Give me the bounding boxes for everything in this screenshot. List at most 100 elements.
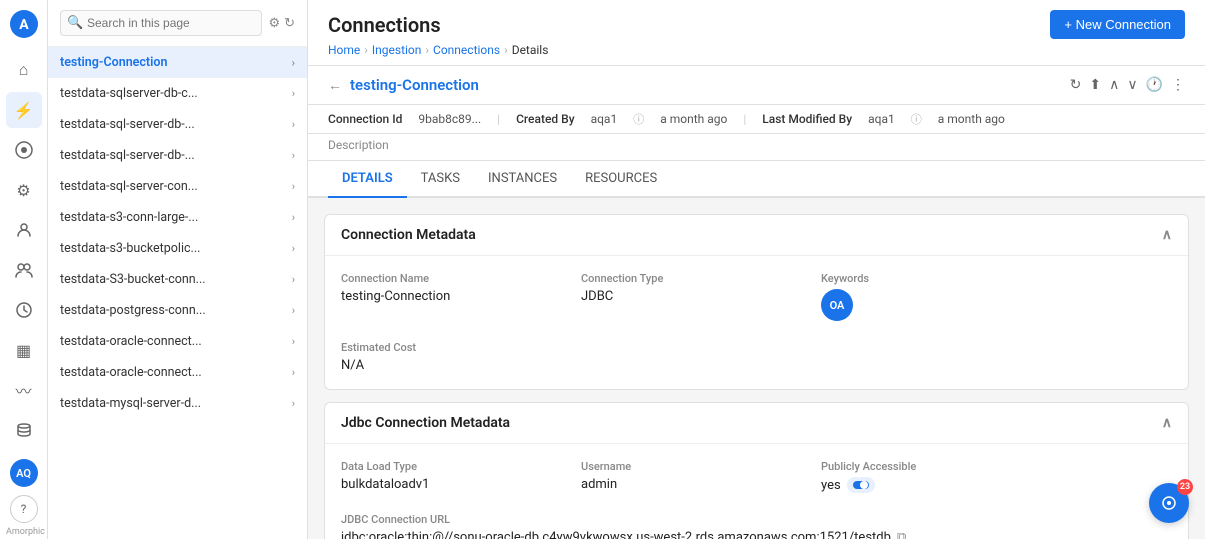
new-connection-button[interactable]: + New Connection <box>1050 10 1185 39</box>
tab-tasks[interactable]: TASKS <box>407 161 474 198</box>
chevron-right-icon: › <box>292 211 295 224</box>
connection-name-label: Connection Name <box>341 272 541 285</box>
chevron-right-icon: › <box>292 397 295 410</box>
breadcrumb-ingestion[interactable]: Ingestion <box>372 43 422 57</box>
user-nav-icon[interactable] <box>6 212 42 248</box>
chevron-right-icon: › <box>292 87 295 100</box>
collapse-jdbc-metadata-icon[interactable]: ∧ <box>1162 415 1172 431</box>
expand-up-icon[interactable]: ∧ <box>1109 77 1119 93</box>
last-modified-value: aqa1 <box>868 112 895 126</box>
storage-nav-icon[interactable] <box>6 412 42 448</box>
jdbc-url-value: jdbc:oracle:thin:@//sonu-oracle-db.c4yw9… <box>341 530 891 539</box>
refresh-detail-icon[interactable]: ↻ <box>1070 77 1082 93</box>
sidebar-search-area: 🔍 ⚙ ↻ <box>48 0 307 47</box>
sidebar-item-3[interactable]: testdata-sql-server-db-... › <box>48 140 307 171</box>
page-title: Connections <box>328 13 441 37</box>
yes-icon-row: yes <box>821 477 1021 493</box>
username-label: Username <box>581 460 781 473</box>
help-icon[interactable]: ? <box>10 495 38 523</box>
sidebar: 🔍 ⚙ ↻ testing-Connection › testdata-sqls… <box>48 0 308 539</box>
connection-metadata-card: Connection Metadata ∧ Connection Name te… <box>324 214 1189 390</box>
breadcrumb-connections[interactable]: Connections <box>433 43 500 57</box>
chevron-right-icon: › <box>292 149 295 162</box>
back-button[interactable]: ← <box>328 77 342 94</box>
chevron-right-icon: › <box>292 366 295 379</box>
meta-sep-1: | <box>497 112 500 126</box>
collapse-connection-metadata-icon[interactable]: ∧ <box>1162 227 1172 243</box>
sidebar-item-label: testing-Connection <box>60 55 292 70</box>
connection-type-label: Connection Type <box>581 272 781 285</box>
connection-id-value: 9bab8c89... <box>418 112 481 126</box>
tab-details[interactable]: DETAILS <box>328 161 407 198</box>
share-icon[interactable]: ⬆ <box>1089 77 1101 93</box>
history-icon[interactable]: 🕐 <box>1146 77 1163 93</box>
created-by-value: aqa1 <box>591 112 618 126</box>
data-load-type-label: Data Load Type <box>341 460 541 473</box>
chevron-right-icon: › <box>292 335 295 348</box>
sidebar-item-testing-connection[interactable]: testing-Connection › <box>48 47 307 78</box>
sidebar-item-label: testdata-sqlserver-db-c... <box>60 86 292 101</box>
sidebar-item-10[interactable]: testdata-oracle-connect... › <box>48 357 307 388</box>
filter-icon[interactable]: ⚙ <box>268 16 280 31</box>
estimated-cost-value: N/A <box>341 358 541 373</box>
tab-instances[interactable]: INSTANCES <box>474 161 571 198</box>
support-widget[interactable]: 23 <box>1149 483 1189 523</box>
sidebar-item-7[interactable]: testdata-S3-bucket-conn... › <box>48 264 307 295</box>
chevron-right-icon: › <box>292 242 295 255</box>
chevron-right-icon: › <box>292 118 295 131</box>
sidebar-item-2[interactable]: testdata-sql-server-db-... › <box>48 109 307 140</box>
data-load-type-value: bulkdataloadv1 <box>341 477 541 492</box>
app-logo[interactable]: A <box>8 8 40 40</box>
grid-nav-icon[interactable]: ▦ <box>6 332 42 368</box>
sidebar-item-1[interactable]: testdata-sqlserver-db-c... › <box>48 78 307 109</box>
chevron-right-icon: › <box>292 273 295 286</box>
chevron-right-icon: › <box>292 56 295 69</box>
home-nav-icon[interactable]: ⌂ <box>6 52 42 88</box>
sidebar-item-11[interactable]: testdata-mysql-server-d... › <box>48 388 307 419</box>
sidebar-item-4[interactable]: testdata-sql-server-con... › <box>48 171 307 202</box>
connection-metadata-body: Connection Name testing-Connection Conne… <box>325 256 1188 389</box>
sidebar-item-8[interactable]: testdata-postgress-conn... › <box>48 295 307 326</box>
sidebar-item-label: testdata-oracle-connect... <box>60 365 292 380</box>
jdbc-metadata-card: Jdbc Connection Metadata ∧ Data Load Typ… <box>324 402 1189 539</box>
last-modified-info-icon: ⓘ <box>911 111 922 127</box>
sidebar-item-9[interactable]: testdata-oracle-connect... › <box>48 326 307 357</box>
chevron-right-icon: › <box>292 180 295 193</box>
settings-nav-icon[interactable]: ⚙ <box>6 172 42 208</box>
expand-down-icon[interactable]: ∨ <box>1127 77 1137 93</box>
search-input[interactable] <box>60 10 262 36</box>
sidebar-filter-icons: ⚙ ↻ <box>268 16 295 31</box>
ingestion-nav-icon[interactable]: ⚡ <box>6 92 42 128</box>
search-icon: 🔍 <box>67 16 83 31</box>
keyword-badge: OA <box>821 289 853 321</box>
tab-resources[interactable]: RESOURCES <box>571 161 671 198</box>
keywords-label: Keywords <box>821 272 1021 285</box>
more-options-icon[interactable]: ⋮ <box>1171 77 1185 93</box>
catalog-nav-icon[interactable] <box>6 132 42 168</box>
chevron-right-icon: › <box>292 304 295 317</box>
user-avatar[interactable]: AQ <box>10 459 38 487</box>
notification-count: 23 <box>1177 479 1193 495</box>
breadcrumb: Home › Ingestion › Connections › Details <box>328 43 1185 65</box>
copy-url-icon[interactable]: ⧉ <box>897 530 906 539</box>
refresh-icon[interactable]: ↻ <box>284 16 295 31</box>
last-modified-time: a month ago <box>938 112 1005 126</box>
breadcrumb-home[interactable]: Home <box>328 43 360 57</box>
sidebar-item-5[interactable]: testdata-s3-conn-large-... › <box>48 202 307 233</box>
detail-header-left: ← testing-Connection <box>328 76 479 94</box>
sidebar-item-label: testdata-postgress-conn... <box>60 303 292 318</box>
page-header: Connections + New Connection Home › Inge… <box>308 0 1205 66</box>
sidebar-item-label: testdata-sql-server-db-... <box>60 148 292 163</box>
breadcrumb-sep-2: › <box>425 43 429 57</box>
connection-metadata-row-2: Estimated Cost N/A <box>341 341 1172 373</box>
detail-meta: Connection Id 9bab8c89... | Created By a… <box>308 105 1205 134</box>
main-content: Connections + New Connection Home › Inge… <box>308 0 1205 539</box>
created-by-label: Created By <box>516 112 574 126</box>
wave-nav-icon[interactable]: 〰 <box>6 372 42 408</box>
group-nav-icon[interactable] <box>6 252 42 288</box>
publicly-accessible-group: Publicly Accessible yes <box>821 460 1021 493</box>
search-wrap: 🔍 <box>60 10 262 36</box>
sidebar-item-6[interactable]: testdata-s3-bucketpolic... › <box>48 233 307 264</box>
clock-nav-icon[interactable] <box>6 292 42 328</box>
connection-id-label: Connection Id <box>328 112 402 126</box>
